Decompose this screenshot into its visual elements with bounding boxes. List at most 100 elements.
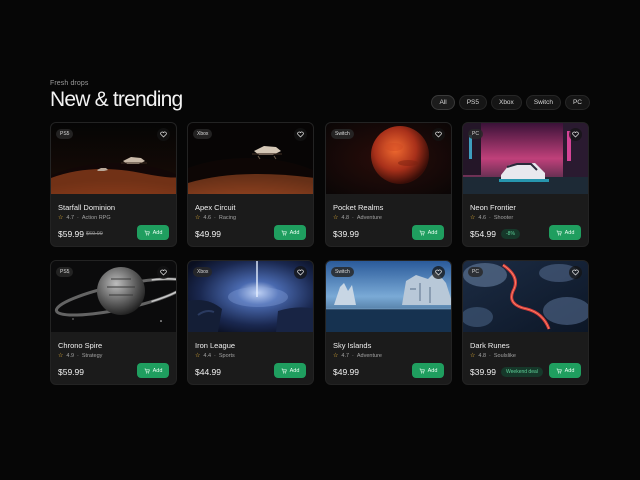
game-card[interactable]: Xbox Apex Circuit ☆ 4.6 · Racing $49.99 … [187,122,314,247]
favorite-button[interactable] [432,128,445,141]
game-old-price: $69.99 [86,231,103,237]
game-genre: Sports [218,352,235,359]
favorite-button[interactable] [569,128,582,141]
add-to-cart-button[interactable]: Add [274,225,306,240]
section-header: Fresh drops New & trending All PS5 Xbox … [50,80,590,116]
add-button-label: Add [152,229,163,236]
game-genre: Adventure [356,214,382,221]
game-price: $39.99 [470,367,496,377]
add-to-cart-button[interactable]: Add [412,225,444,240]
game-title: Apex Circuit [195,203,236,212]
star-icon: ☆ [195,353,201,359]
favorite-button[interactable] [432,266,445,279]
game-card[interactable]: Xbox Iron League ☆ 4.4 · Sports $44.99 A… [187,260,314,385]
game-card[interactable]: Switch Pocket Realms ☆ 4.8 · Adventure $… [325,122,452,247]
game-genre: Shooter [493,214,514,221]
favorite-button[interactable] [157,266,170,279]
add-button-label: Add [289,367,300,374]
game-rating: 4.4 [203,352,212,359]
game-meta: ☆ 4.7 · Action RPG [58,214,111,222]
meta-separator: · [214,214,216,221]
game-meta: ☆ 4.6 · Racing [195,214,237,222]
heart-icon [435,269,442,276]
game-rating: 4.6 [203,214,212,221]
game-title: Sky Islands [333,341,372,350]
heart-icon [297,269,304,276]
add-to-cart-button[interactable]: Add [549,225,581,240]
star-icon: ☆ [470,215,476,221]
game-rating: 4.7 [66,214,75,221]
game-rating: 4.8 [341,214,350,221]
game-price: $59.99 [58,229,84,239]
favorite-button[interactable] [157,128,170,141]
filter-chip-ps5[interactable]: PS5 [458,95,487,110]
game-title: Iron League [195,341,236,350]
heart-icon [160,131,167,138]
game-card[interactable]: PC Neon Frontier ☆ 4.6 · Shooter $54.99 … [462,122,589,247]
game-price: $49.99 [333,367,359,377]
add-button-label: Add [427,367,438,374]
star-icon: ☆ [470,353,476,359]
favorite-button[interactable] [294,128,307,141]
discount-badge: -8% [501,229,520,239]
filter-chip-all[interactable]: All [431,95,455,110]
cart-icon [281,230,287,235]
game-rating: 4.6 [478,214,487,221]
game-card[interactable]: PS5 Chrono Spire ☆ 4.9 · Strategy $59.99… [50,260,177,385]
game-title: Dark Runes [470,341,510,350]
heart-icon [297,131,304,138]
filter-chip-pc[interactable]: PC [564,95,590,110]
add-to-cart-button[interactable]: Add [137,225,169,240]
game-price: $39.99 [333,229,359,239]
add-button-label: Add [564,367,575,374]
section-eyebrow: Fresh drops [50,80,89,87]
cart-icon [556,230,562,235]
meta-separator: · [352,214,354,221]
favorite-button[interactable] [569,266,582,279]
cart-icon [419,368,425,373]
star-icon: ☆ [58,353,64,359]
platform-badge: Xbox [193,129,213,139]
game-meta: ☆ 4.6 · Shooter [470,214,514,222]
meta-separator: · [214,352,216,359]
cart-icon [281,368,287,373]
game-card[interactable]: PS5 Starfall Dominion ☆ 4.7 · Action RPG… [50,122,177,247]
add-button-label: Add [152,367,163,374]
platform-badge: PS5 [56,267,74,277]
heart-icon [572,131,579,138]
game-card[interactable]: PC Dark Runes ☆ 4.8 · Soulslike $39.99 W… [462,260,589,385]
star-icon: ☆ [333,353,339,359]
game-card[interactable]: Switch Sky Islands ☆ 4.7 · Adventure $49… [325,260,452,385]
game-meta: ☆ 4.8 · Soulslike [470,352,516,360]
game-rating: 4.7 [341,352,350,359]
favorite-button[interactable] [294,266,307,279]
game-meta: ☆ 4.9 · Strategy [58,352,103,360]
game-genre: Racing [218,214,237,221]
game-price: $54.99 [470,229,496,239]
game-genre: Soulslike [493,352,516,359]
game-price: $49.99 [195,229,221,239]
heart-icon [160,269,167,276]
add-button-label: Add [289,229,300,236]
game-genre: Strategy [81,352,103,359]
add-to-cart-button[interactable]: Add [274,363,306,378]
platform-badge: PC [468,267,483,277]
meta-separator: · [489,214,491,221]
star-icon: ☆ [58,215,64,221]
filter-chip-switch[interactable]: Switch [525,95,561,110]
platform-badge: Switch [331,267,354,277]
game-rating: 4.8 [478,352,487,359]
add-to-cart-button[interactable]: Add [549,363,581,378]
game-price: $44.99 [195,367,221,377]
game-rating: 4.9 [66,352,75,359]
cart-icon [419,230,425,235]
filter-chip-xbox[interactable]: Xbox [490,95,522,110]
game-grid: PS5 Starfall Dominion ☆ 4.7 · Action RPG… [50,122,590,386]
meta-separator: · [77,352,79,359]
add-to-cart-button[interactable]: Add [137,363,169,378]
heart-icon [435,131,442,138]
cart-icon [144,230,150,235]
game-meta: ☆ 4.4 · Sports [195,352,235,360]
meta-separator: · [77,214,79,221]
add-to-cart-button[interactable]: Add [412,363,444,378]
